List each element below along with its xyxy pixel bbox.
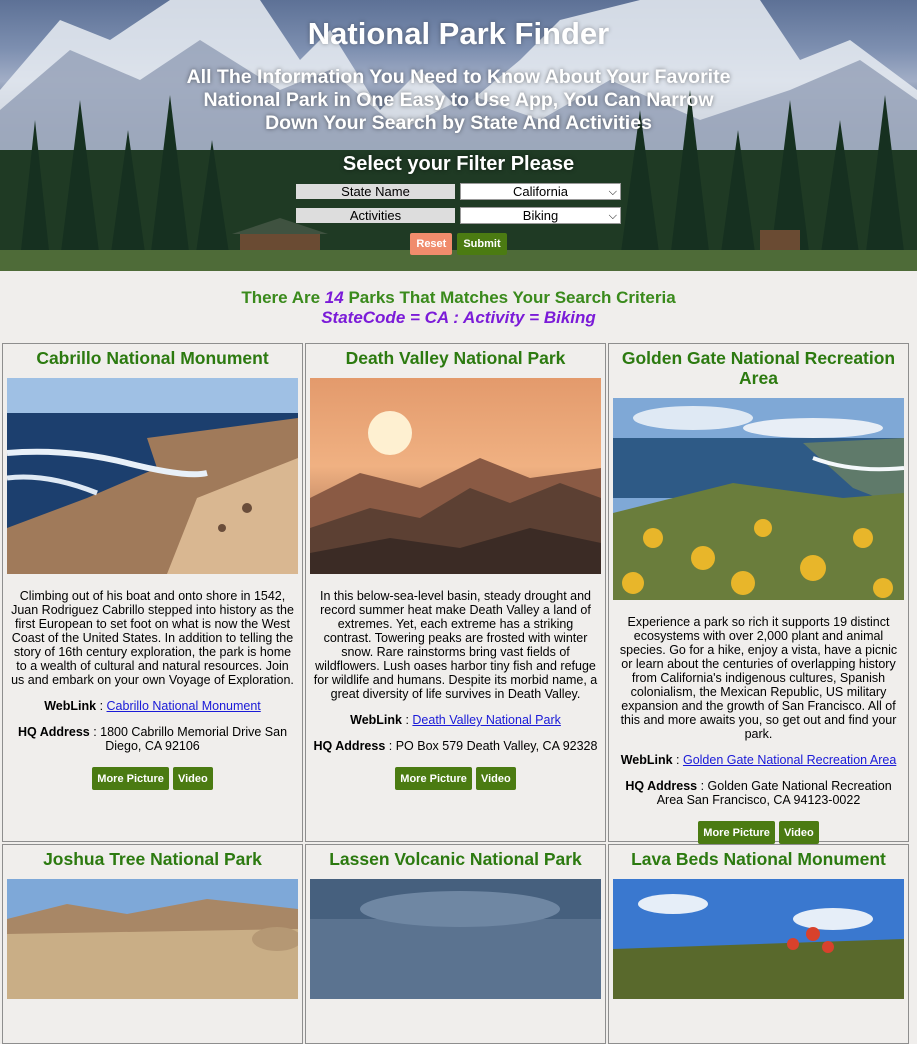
- more-picture-button[interactable]: More Picture: [698, 821, 775, 844]
- result-summary: There Are 14 Parks That Matches Your Sea…: [0, 271, 917, 328]
- park-hq-row: HQ Address : Golden Gate National Recrea…: [625, 779, 892, 807]
- page-subtitle: All The Information You Need to Know Abo…: [186, 66, 731, 134]
- park-name: Lava Beds National Monument: [631, 849, 886, 869]
- park-name: Joshua Tree National Park: [43, 849, 262, 869]
- park-weblink-row: WebLink : Cabrillo National Monument: [44, 699, 261, 713]
- park-hq-address: PO Box 579 Death Valley, CA 92328: [395, 739, 598, 753]
- park-name: Death Valley National Park: [345, 348, 566, 368]
- video-button[interactable]: Video: [475, 767, 516, 790]
- chevron-down-icon: ⌵: [608, 186, 617, 198]
- more-picture-button[interactable]: More Picture: [395, 767, 472, 790]
- park-hq-row: HQ Address : PO Box 579 Death Valley, CA…: [313, 739, 598, 753]
- park-card: Lassen Volcanic National Park: [305, 844, 606, 1044]
- park-weblink[interactable]: Cabrillo National Monument: [107, 699, 261, 713]
- park-weblink[interactable]: Golden Gate National Recreation Area: [683, 753, 896, 767]
- park-card: Golden Gate National Recreation Area Exp…: [608, 343, 909, 844]
- park-description: Experience a park so rich it supports 19…: [619, 615, 898, 741]
- activities-label: Activities: [296, 208, 455, 223]
- result-count-line: There Are 14 Parks That Matches Your Sea…: [241, 288, 676, 307]
- state-select[interactable]: California ⌵: [460, 183, 621, 200]
- park-weblink-row: WebLink : Death Valley National Park: [350, 713, 561, 727]
- state-select-value: California: [513, 184, 568, 199]
- park-weblink[interactable]: Death Valley National Park: [412, 713, 560, 727]
- page-title: National Park Finder: [307, 16, 610, 51]
- result-criteria: StateCode = CA : Activity = Biking: [321, 308, 596, 327]
- submit-button[interactable]: Submit: [457, 233, 507, 255]
- park-photo: [613, 879, 904, 999]
- park-weblink-row: WebLink : Golden Gate National Recreatio…: [620, 753, 897, 767]
- park-hq-row: HQ Address : 1800 Cabrillo Memorial Driv…: [17, 725, 288, 753]
- park-description: Climbing out of his boat and onto shore …: [11, 589, 294, 687]
- park-card: Cabrillo National Monument Climbing out …: [2, 343, 303, 842]
- park-description: In this below-sea-level basin, steady dr…: [313, 589, 598, 701]
- park-hq-address: 1800 Cabrillo Memorial Drive San Diego, …: [100, 725, 288, 753]
- filter-heading: Select your Filter Please: [342, 153, 575, 175]
- park-photo: [7, 879, 298, 999]
- park-name: Golden Gate National Recreation Area: [621, 348, 896, 388]
- park-card: Lava Beds National Monument: [608, 844, 909, 1044]
- hero-banner: National Park Finder All The Information…: [0, 0, 917, 271]
- more-picture-button[interactable]: More Picture: [92, 767, 169, 790]
- state-name-label: State Name: [296, 184, 455, 199]
- park-photo: [310, 378, 601, 574]
- park-name: Cabrillo National Monument: [36, 348, 269, 368]
- activity-select[interactable]: Biking ⌵: [460, 207, 621, 224]
- park-card: Death Valley National Park In this below…: [305, 343, 606, 842]
- video-button[interactable]: Video: [778, 821, 819, 844]
- park-photo: [7, 378, 298, 574]
- video-button[interactable]: Video: [172, 767, 213, 790]
- park-photo: [310, 879, 601, 999]
- chevron-down-icon: ⌵: [608, 210, 617, 222]
- park-grid: Cabrillo National Monument Climbing out …: [2, 343, 909, 1044]
- reset-button[interactable]: Reset: [410, 233, 453, 255]
- park-card: Joshua Tree National Park: [2, 844, 303, 1044]
- activity-select-value: Biking: [522, 208, 559, 223]
- result-count: 14: [324, 288, 344, 307]
- park-name: Lassen Volcanic National Park: [329, 849, 582, 869]
- park-photo: [613, 398, 904, 600]
